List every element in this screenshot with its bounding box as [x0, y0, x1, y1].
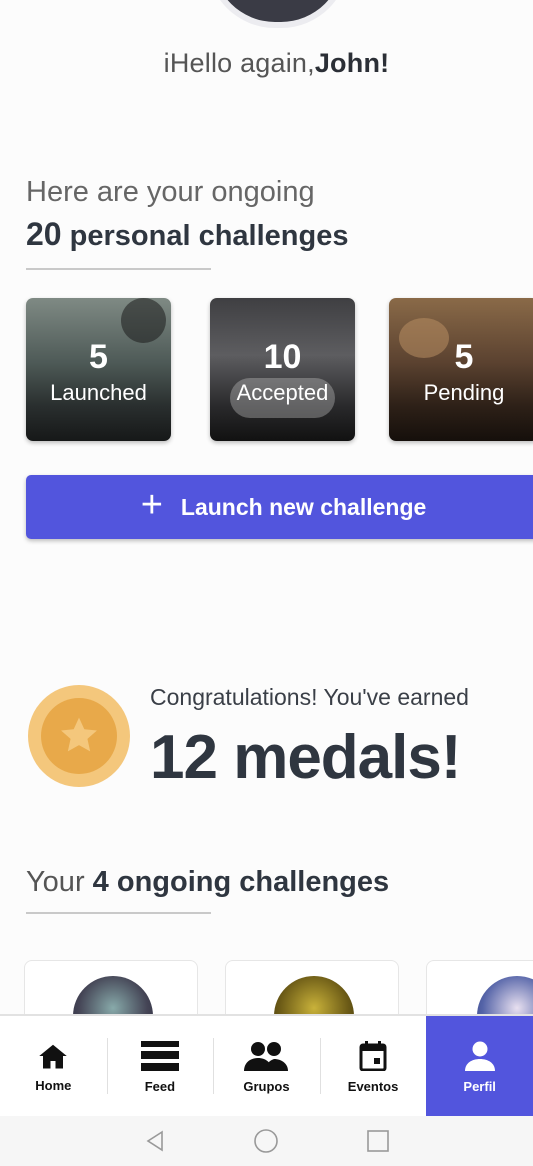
accepted-card[interactable]: 10 Accepted — [210, 298, 355, 441]
medals-count: 12 medals! — [150, 723, 462, 792]
card-image — [121, 298, 166, 343]
nav-perfil-label: Perfil — [463, 1078, 496, 1094]
ongoing-prefix: Your — [26, 866, 85, 898]
nav-eventos-label: Eventos — [347, 1078, 399, 1094]
overview-title-text: personal challenges — [69, 220, 349, 252]
launch-new-challenge-button[interactable]: + Launch new challenge — [26, 475, 533, 539]
nav-perfil[interactable]: Perfil — [426, 1016, 533, 1118]
accepted-label: Accepted — [236, 380, 329, 405]
plus-icon: + — [140, 484, 163, 526]
overview-count: 20 — [26, 216, 62, 252]
ongoing-count: 4 ongoing challenges — [92, 866, 390, 898]
home-icon — [39, 1044, 68, 1068]
calendar-icon — [359, 1040, 387, 1071]
groups-icon — [244, 1041, 289, 1071]
greeting-prefix: iHello again, — [163, 48, 315, 78]
back-icon[interactable] — [143, 1129, 167, 1153]
nav-eventos[interactable]: Eventos — [319, 1016, 427, 1118]
divider — [26, 912, 211, 914]
greeting-name: John! — [314, 48, 390, 78]
pending-count: 5 — [454, 338, 474, 376]
launched-label: Launched — [50, 380, 147, 405]
recents-icon[interactable] — [366, 1129, 390, 1153]
nav-feed[interactable]: Feed — [106, 1016, 214, 1118]
pending-label: Pending — [423, 380, 505, 405]
launched-card[interactable]: 5 Launched — [26, 298, 171, 441]
feed-icon — [140, 1040, 179, 1071]
nav-grupos[interactable]: Grupos — [213, 1016, 320, 1118]
profile-avatar[interactable] — [213, 0, 343, 22]
greeting-text: iHello again,John! — [0, 48, 533, 79]
person-icon — [464, 1041, 495, 1071]
launched-count: 5 — [89, 338, 108, 376]
divider — [26, 268, 211, 270]
bottom-navigation: Home Feed Grupos Eventos Perfil — [0, 1014, 533, 1118]
nav-home-label: Home — [35, 1077, 72, 1093]
nav-grupos-label: Grupos — [243, 1078, 290, 1094]
launch-button-label: Launch new challenge — [180, 493, 427, 520]
ongoing-title: Your 4 ongoing challenges — [26, 866, 389, 899]
nav-home[interactable]: Home — [0, 1016, 107, 1118]
overview-title: 20 personal challenges — [26, 216, 348, 253]
pending-card[interactable]: 5 Pending — [389, 298, 533, 441]
overview-subtitle: Here are your ongoing — [26, 176, 315, 208]
system-navigation-bar — [0, 1116, 533, 1166]
nav-feed-label: Feed — [144, 1078, 176, 1094]
accepted-count: 10 — [263, 338, 302, 376]
home-circle-icon[interactable] — [253, 1128, 279, 1154]
congrats-text: Congratulations! You've earned — [150, 684, 469, 710]
star-medal-icon — [28, 685, 130, 787]
